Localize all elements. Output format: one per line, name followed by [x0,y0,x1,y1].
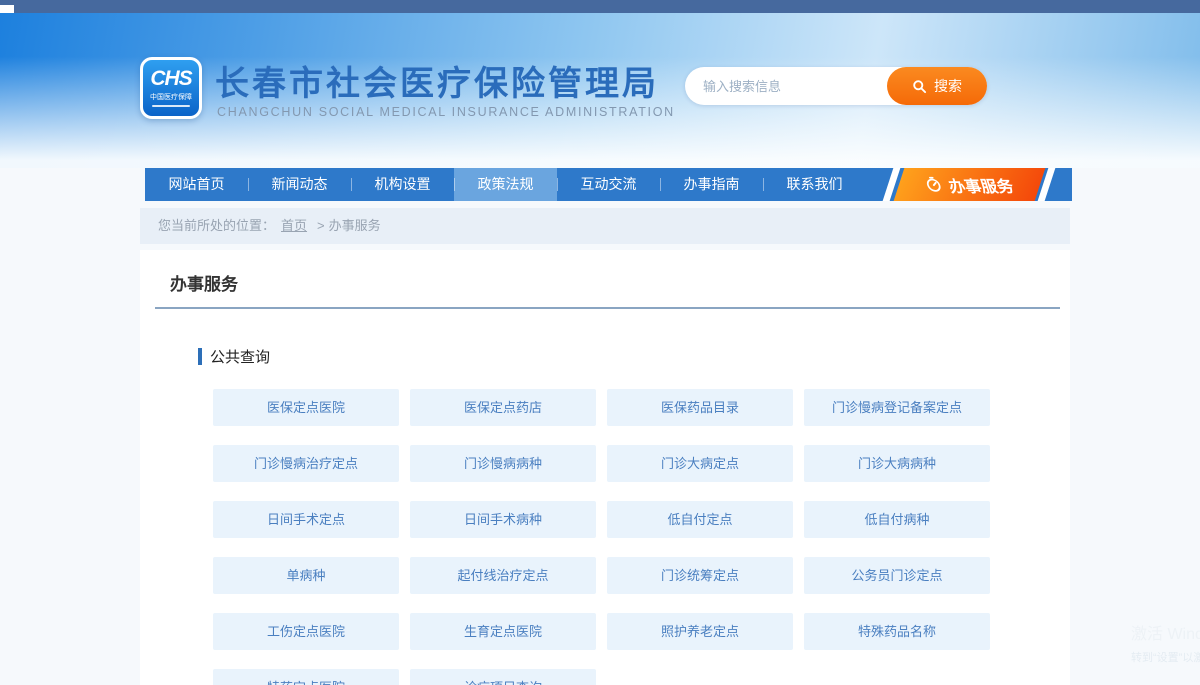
service-button[interactable]: 特药定点医院 [213,669,399,685]
service-button[interactable]: 门诊大病病种 [804,445,990,482]
watermark-line1: 激活 Windows [1131,620,1200,644]
service-button[interactable]: 门诊统筹定点 [607,557,793,594]
service-button[interactable]: 医保定点医院 [213,389,399,426]
watermark-line2: 转到“设置”以激活 Windows。 [1131,649,1200,665]
cta-label: 办事服务 [945,173,1017,197]
service-button[interactable]: 门诊大病定点 [607,445,793,482]
site-title: 长春市社会医疗保险管理局 [215,56,659,105]
service-button[interactable]: 单病种 [213,557,399,594]
service-button[interactable]: 照护养老定点 [607,613,793,650]
nav-item[interactable]: 网站首页 [145,168,248,201]
logo-acronym: CHS [143,67,199,91]
breadcrumb: 您当前所处的位置： 首页 > 办事服务 [140,208,1070,244]
site-logo: CHS 中国医疗保障 [140,57,202,119]
title-divider [155,307,1060,309]
breadcrumb-current: 办事服务 [329,218,381,233]
service-button[interactable]: 生育定点医院 [410,613,596,650]
breadcrumb-prefix: 您当前所处的位置： [158,218,275,233]
logo-caption: 中国医疗保障 [143,92,199,102]
service-button[interactable]: 门诊慢病登记备案定点 [804,389,990,426]
service-button[interactable]: 日间手术定点 [213,501,399,538]
service-button[interactable]: 起付线治疗定点 [410,557,596,594]
nav-item[interactable]: 机构设置 [351,168,454,201]
breadcrumb-home-link[interactable]: 首页 [281,218,307,233]
search-button[interactable]: 搜索 [887,67,987,105]
service-button[interactable]: 医保药品目录 [607,389,793,426]
search-icon [912,79,927,94]
nav-item[interactable]: 政策法规 [454,168,557,201]
service-button[interactable]: 工伤定点医院 [213,613,399,650]
nav-cta-services[interactable]: 办事服务 [866,168,1072,201]
section-header: 公共查询 [198,346,270,367]
service-button[interactable]: 门诊慢病病种 [410,445,596,482]
service-button[interactable]: 诊疗项目查询 [410,669,596,685]
service-button[interactable]: 门诊慢病治疗定点 [213,445,399,482]
site-subtitle: CHANGCHUN SOCIAL MEDICAL INSURANCE ADMIN… [217,105,675,119]
section-accent-bar [198,348,202,365]
nav-item[interactable]: 办事指南 [660,168,763,201]
breadcrumb-separator: > [317,218,325,233]
service-button[interactable]: 公务员门诊定点 [804,557,990,594]
nav-item[interactable]: 互动交流 [557,168,660,201]
search-bar: 搜索 [685,67,987,105]
nav-item[interactable]: 新闻动态 [248,168,351,201]
service-button[interactable]: 低自付病种 [804,501,990,538]
cta-content: 办事服务 [866,168,1072,201]
content-panel: 办事服务 公共查询 医保定点医院医保定点药店医保药品目录门诊慢病登记备案定点门诊… [140,250,1070,685]
service-button[interactable]: 低自付定点 [607,501,793,538]
nav-menu: 网站首页新闻动态机构设置政策法规互动交流办事指南联系我们 办事服务 [145,168,1072,201]
clock-icon [923,176,946,193]
top-bar [0,0,1200,13]
service-button[interactable]: 医保定点药店 [410,389,596,426]
nav-item[interactable]: 联系我们 [763,168,866,201]
page-title: 办事服务 [170,270,238,295]
windows-activation-watermark: 激活 Windows 转到“设置”以激活 Windows。 [1131,620,1200,665]
section-title: 公共查询 [210,346,270,367]
service-button[interactable]: 日间手术病种 [410,501,596,538]
search-button-label: 搜索 [934,76,962,96]
services-grid: 医保定点医院医保定点药店医保药品目录门诊慢病登记备案定点门诊慢病治疗定点门诊慢病… [213,389,990,685]
site-header: CHS 中国医疗保障 长春市社会医疗保险管理局 CHANGCHUN SOCIAL… [0,13,1200,168]
logo-tagline-line [152,105,190,107]
service-button[interactable]: 特殊药品名称 [804,613,990,650]
